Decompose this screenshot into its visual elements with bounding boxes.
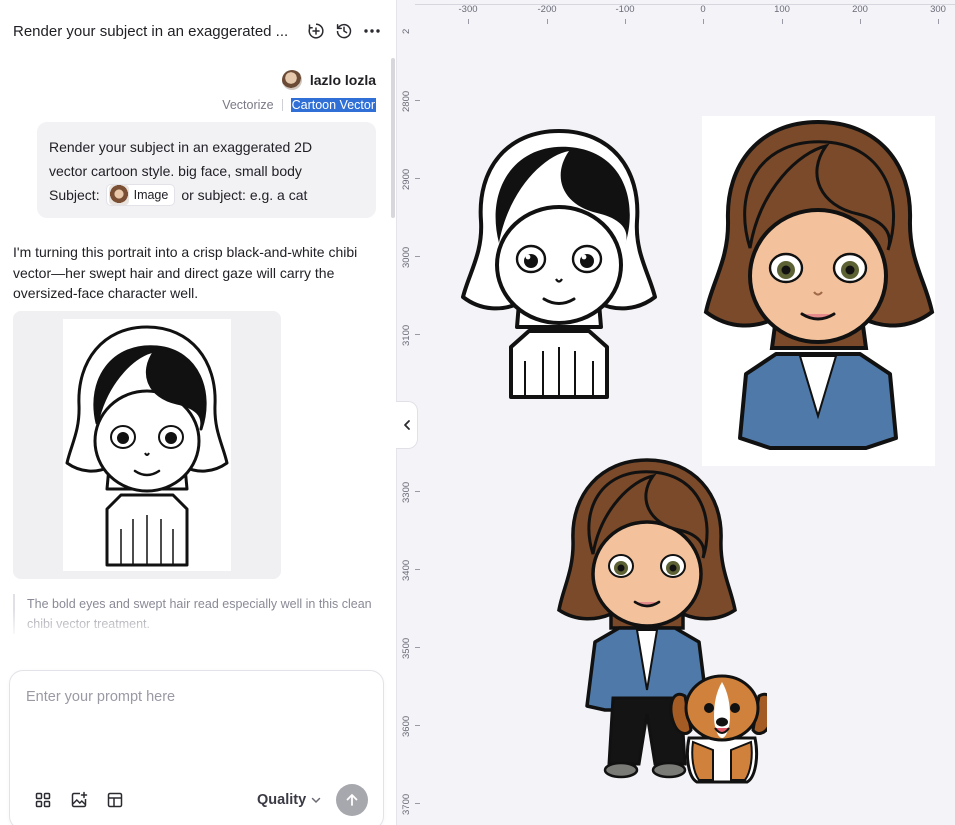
ruler-tick: 3500 xyxy=(401,637,412,659)
ruler-mark xyxy=(415,803,420,804)
ruler-mark xyxy=(415,256,420,257)
ruler-tick: 2800 xyxy=(401,90,412,112)
quality-dropdown[interactable]: Quality xyxy=(257,791,322,809)
chevron-left-icon xyxy=(403,420,410,430)
image-chip[interactable]: Image xyxy=(105,184,176,206)
ruler-tick: 200 xyxy=(852,4,868,15)
more-icon[interactable] xyxy=(363,22,381,40)
ruler-mark xyxy=(938,19,939,24)
ruler-mark xyxy=(415,100,420,101)
grid-icon[interactable] xyxy=(34,791,52,809)
ruler-tick: 3300 xyxy=(401,481,412,503)
result-thumbnail-card[interactable] xyxy=(13,311,281,579)
ruler-tick: 2900 xyxy=(401,168,412,190)
quality-label: Quality xyxy=(257,792,307,808)
send-button[interactable] xyxy=(336,784,368,816)
ruler-mark xyxy=(703,19,704,24)
ruler-tick: 300 xyxy=(930,4,946,15)
ruler-tick: 2 xyxy=(401,28,412,34)
artboard-canvas[interactable]: -300 -200 -100 0 100 200 300 2 2800 2900… xyxy=(396,0,955,825)
arrow-up-icon xyxy=(346,794,358,806)
ruler-mark xyxy=(468,19,469,24)
image-chip-label: Image xyxy=(133,188,169,202)
ruler-baseline xyxy=(415,4,955,5)
ruler-tick: -200 xyxy=(537,4,557,15)
ruler-mark xyxy=(415,725,420,726)
ruler-mark xyxy=(415,647,420,648)
scrollbar[interactable] xyxy=(391,58,395,218)
prompt-input[interactable] xyxy=(26,689,366,769)
canvas-image-color-chibi[interactable] xyxy=(702,116,935,466)
chat-header: Render your subject in an exaggerated ..… xyxy=(0,0,396,60)
ruler-tick: 3700 xyxy=(401,793,412,815)
ruler-tick: 3100 xyxy=(401,324,412,346)
tag-divider xyxy=(281,99,283,111)
ruler-mark xyxy=(415,569,420,570)
ruler-tick: 3000 xyxy=(401,246,412,268)
chat-panel: Render your subject in an exaggerated ..… xyxy=(0,0,396,825)
result-thumbnail[interactable] xyxy=(63,319,231,571)
ruler-tick: -300 xyxy=(458,4,478,15)
ruler-tick: 3400 xyxy=(401,559,412,581)
prompt-line-1: Render your subject in an exaggerated 2D xyxy=(49,139,313,155)
tag-cartoon-vector[interactable]: Cartoon Vector xyxy=(290,98,376,112)
fade-overlay xyxy=(0,610,396,640)
horizontal-ruler: -300 -200 -100 0 100 200 300 xyxy=(397,0,955,28)
collapse-panel-button[interactable] xyxy=(396,401,418,449)
ruler-mark xyxy=(415,334,420,335)
ruler-mark xyxy=(547,19,548,24)
history-icon[interactable] xyxy=(335,22,353,40)
image-thumbnail xyxy=(108,185,129,205)
subject-line: Subject: Image or subject: e.g. a cat xyxy=(49,183,364,207)
prompt-composer: Quality xyxy=(9,670,384,825)
or-subject-text: or subject: e.g. a cat xyxy=(181,187,308,203)
canvas-image-chibi-with-dog[interactable] xyxy=(557,456,775,786)
ruler-mark xyxy=(625,19,626,24)
subject-label: Subject: xyxy=(49,187,100,203)
user-name: lazlo lozla xyxy=(309,72,376,88)
chevron-down-icon xyxy=(311,797,321,804)
style-tags: Vectorize Cartoon Vector xyxy=(222,97,376,113)
ruler-tick: 3600 xyxy=(401,715,412,737)
ruler-tick: -100 xyxy=(615,4,635,15)
chat-title[interactable]: Render your subject in an exaggerated ..… xyxy=(13,23,295,40)
ruler-mark xyxy=(860,19,861,24)
ruler-tick: 100 xyxy=(774,4,790,15)
avatar xyxy=(281,70,302,90)
user-prompt-card: Render your subject in an exaggerated 2D… xyxy=(37,122,376,218)
ruler-mark xyxy=(415,178,420,179)
user-row: lazlo lozla xyxy=(281,70,376,90)
new-chat-icon[interactable] xyxy=(307,22,325,40)
assistant-reply: I'm turning this portrait into a crisp b… xyxy=(13,244,358,301)
ruler-tick: 0 xyxy=(700,4,706,15)
ruler-mark xyxy=(782,19,783,24)
add-image-icon[interactable] xyxy=(70,791,88,809)
layout-icon[interactable] xyxy=(106,791,124,809)
tag-vectorize[interactable]: Vectorize xyxy=(222,98,273,112)
prompt-line-2: vector cartoon style. big face, small bo… xyxy=(49,163,302,179)
ruler-mark xyxy=(415,491,420,492)
canvas-image-bw-chibi[interactable] xyxy=(459,125,659,400)
